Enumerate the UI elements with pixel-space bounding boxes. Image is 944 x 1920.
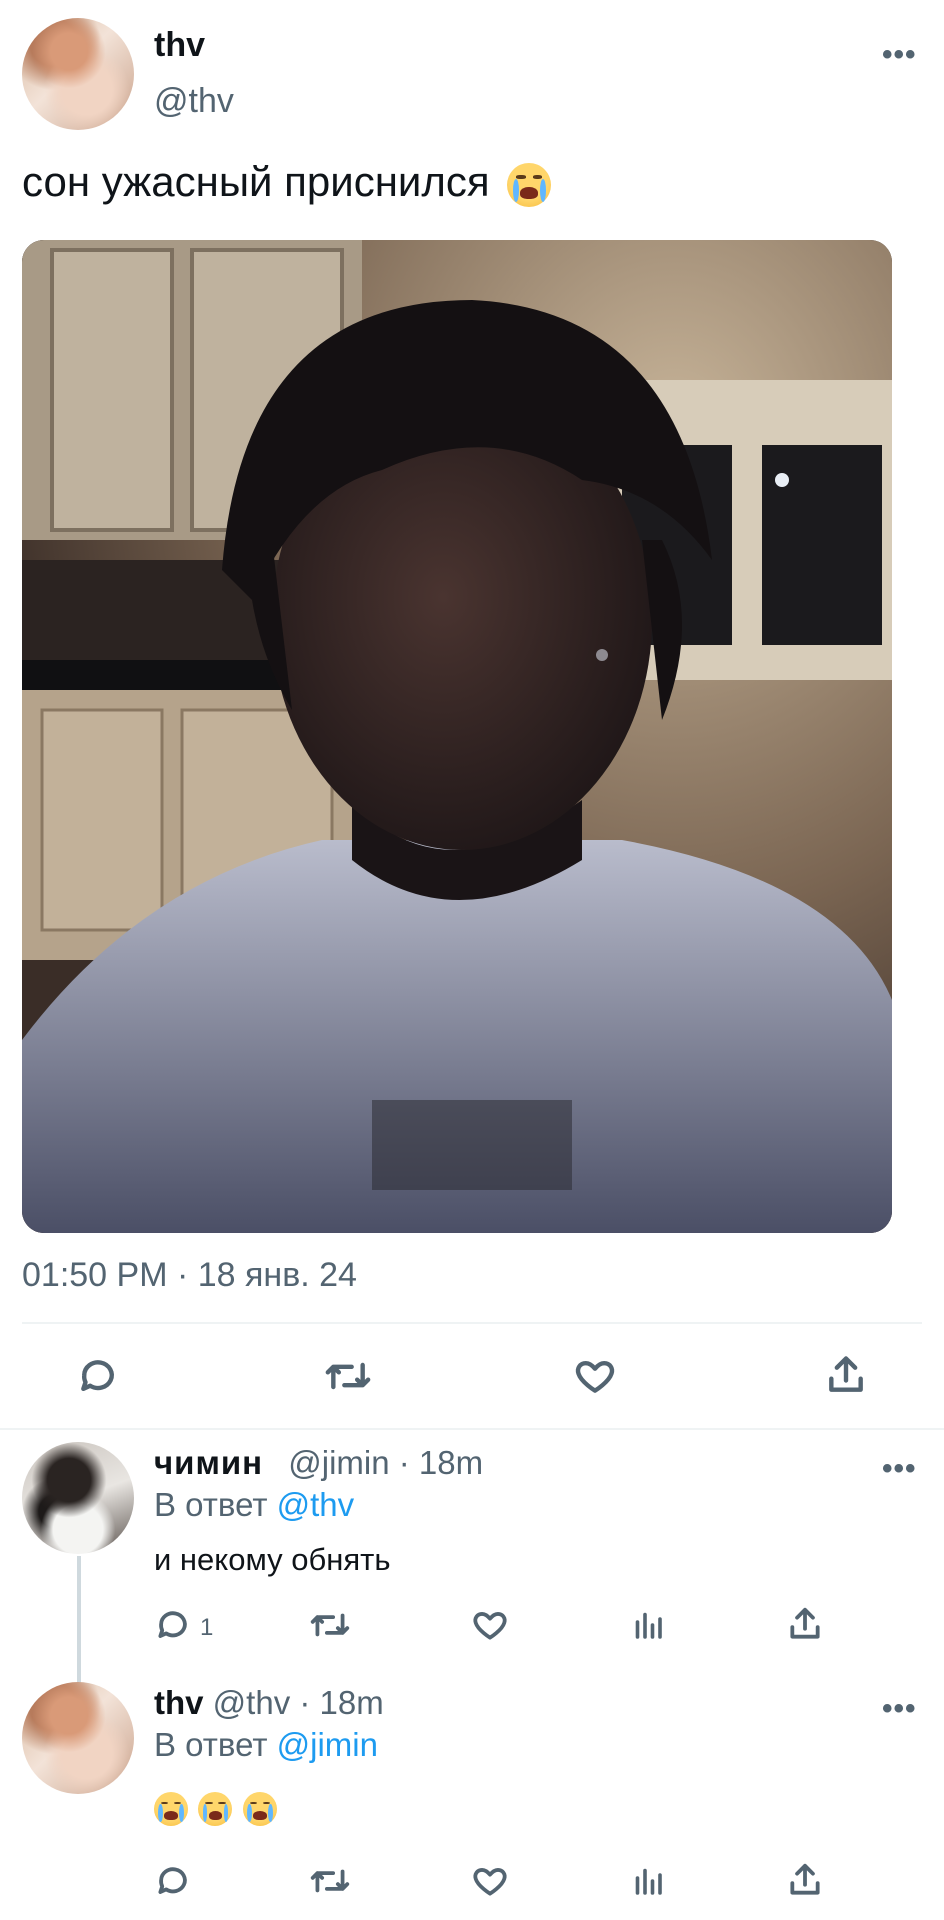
author-name[interactable]: чимин bbox=[154, 1444, 263, 1481]
author-name[interactable]: thv bbox=[154, 1684, 204, 1721]
reply-count: 1 bbox=[200, 1614, 214, 1641]
loudly-crying-face-icon bbox=[154, 1792, 188, 1826]
avatar[interactable] bbox=[22, 1442, 134, 1554]
tweet-photo[interactable] bbox=[22, 240, 892, 1233]
reply-icon[interactable] bbox=[154, 1862, 192, 1900]
reply-header: thv @thv · 18m bbox=[154, 1684, 384, 1722]
avatar[interactable] bbox=[22, 18, 134, 130]
reply-header: чимин @jimin · 18m bbox=[154, 1444, 483, 1482]
like-icon[interactable] bbox=[470, 1862, 510, 1900]
author-handle[interactable]: @jimin bbox=[288, 1444, 389, 1481]
reply-text: и некому обнять bbox=[154, 1542, 391, 1577]
retweet-icon[interactable] bbox=[308, 1606, 352, 1644]
views-icon[interactable] bbox=[630, 1606, 666, 1644]
share-icon[interactable] bbox=[786, 1604, 824, 1644]
more-options-icon[interactable]: ••• bbox=[882, 1452, 917, 1486]
author-handle[interactable]: @thv bbox=[154, 82, 234, 121]
divider bbox=[22, 1322, 922, 1324]
thread-line bbox=[77, 1556, 81, 1684]
views-icon[interactable] bbox=[630, 1862, 666, 1900]
reply-icon[interactable] bbox=[154, 1606, 192, 1644]
share-icon[interactable] bbox=[786, 1860, 824, 1900]
reply-to-link[interactable]: @thv bbox=[277, 1486, 355, 1523]
reply-to-prefix: В ответ bbox=[154, 1486, 268, 1523]
reply-time[interactable]: · 18m bbox=[399, 1444, 483, 1481]
more-options-icon[interactable]: ••• bbox=[882, 38, 917, 72]
tweet-timestamp[interactable]: 01:50 PM · 18 янв. 24 bbox=[22, 1256, 357, 1295]
reply-to: В ответ @jimin bbox=[154, 1726, 378, 1764]
reply-to-prefix: В ответ bbox=[154, 1726, 268, 1763]
loudly-crying-face-icon bbox=[198, 1792, 233, 1826]
avatar[interactable] bbox=[22, 1682, 134, 1794]
reply-to-link[interactable]: @jimin bbox=[277, 1726, 378, 1763]
divider bbox=[0, 1428, 944, 1430]
author-name[interactable]: thv bbox=[154, 26, 205, 65]
retweet-icon[interactable] bbox=[322, 1354, 374, 1398]
like-icon[interactable] bbox=[572, 1354, 618, 1398]
reply-to: В ответ @thv bbox=[154, 1486, 354, 1524]
loudly-crying-face-icon bbox=[242, 1792, 277, 1826]
photo-scene bbox=[22, 240, 892, 1233]
author-handle[interactable]: @thv bbox=[213, 1684, 291, 1721]
like-icon[interactable] bbox=[470, 1606, 510, 1644]
loudly-crying-face-icon bbox=[507, 162, 552, 207]
tweet-text: сон ужасный приснился bbox=[22, 156, 552, 208]
reply-icon[interactable] bbox=[76, 1354, 120, 1398]
reply-emoji-row bbox=[154, 1792, 277, 1826]
reply-time[interactable]: · 18m bbox=[299, 1684, 383, 1721]
retweet-icon[interactable] bbox=[308, 1862, 352, 1900]
more-options-icon[interactable]: ••• bbox=[882, 1692, 917, 1726]
tweet-text-body: сон ужасный приснился bbox=[22, 158, 490, 205]
share-icon[interactable] bbox=[824, 1352, 868, 1398]
